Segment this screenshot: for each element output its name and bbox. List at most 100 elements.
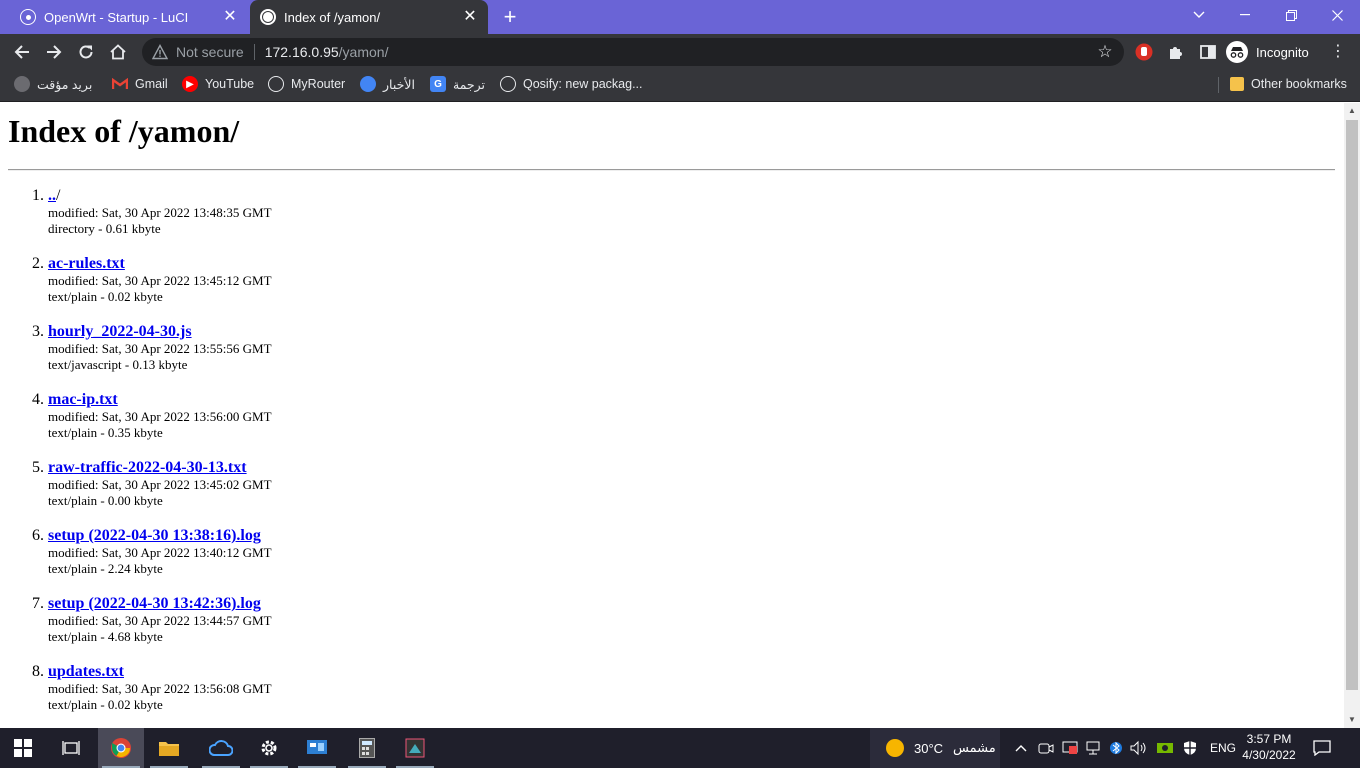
incognito-profile-button[interactable]: Incognito	[1226, 39, 1309, 65]
file-link[interactable]: setup (2022-04-30 13:42:36).log	[48, 595, 261, 612]
list-item: 7. setup (2022-04-30 13:42:36).log modifie…	[0, 595, 1300, 663]
list-item: 3. hourly_2022-04-30.js modified: Sat, 30 …	[0, 323, 1300, 391]
security-shield-icon[interactable]	[1182, 740, 1198, 756]
bookmark-star-icon[interactable]: ☆	[1096, 43, 1114, 61]
tab-yamon[interactable]: Index of /yamon/ ✕	[250, 0, 488, 34]
scroll-up-arrow-icon[interactable]: ▲	[1344, 103, 1360, 119]
gear-icon	[261, 740, 277, 756]
reload-button[interactable]	[74, 40, 98, 64]
bluetooth-icon[interactable]	[1110, 740, 1122, 756]
file-link[interactable]: ac-rules.txt	[48, 255, 125, 272]
home-button[interactable]	[106, 40, 130, 64]
close-window-button[interactable]	[1314, 0, 1360, 30]
bookmark-news[interactable]: الأخبار	[360, 70, 415, 98]
warning-icon[interactable]	[152, 44, 168, 60]
camera-icon[interactable]	[1038, 740, 1054, 756]
language-indicator[interactable]: ENG	[1210, 741, 1236, 755]
list-item: 6. setup (2022-04-30 13:38:16).log modifie…	[0, 527, 1300, 595]
entry-modified: modified: Sat, 30 Apr 2022 13:40:12 GMT	[48, 545, 272, 560]
other-bookmarks-label: Other bookmarks	[1251, 77, 1347, 91]
volume-icon[interactable]	[1130, 740, 1148, 756]
close-tab-icon[interactable]: ✕	[222, 9, 238, 25]
page-content: Index of /yamon/ 1. ../modified: Sat, 30 …	[0, 103, 1344, 728]
list-item: 4. mac-ip.txt modified: Sat, 30 Apr 2022 1…	[0, 391, 1300, 459]
new-tab-button[interactable]: +	[498, 5, 522, 29]
entry-info: text/plain - 2.24 kbyte	[48, 561, 163, 576]
entry-number: 6.	[32, 527, 44, 544]
entry-modified: modified: Sat, 30 Apr 2022 13:56:00 GMT	[48, 409, 272, 424]
taskbar-clock[interactable]: 3:57 PM 4/30/2022	[1236, 731, 1302, 763]
scroll-thumb[interactable]	[1346, 120, 1358, 690]
router-icon	[268, 76, 284, 92]
weather-widget[interactable]: 30°C مشمس	[870, 728, 1000, 768]
tab-openwrt[interactable]: OpenWrt - Startup - LuCI ✕	[8, 0, 248, 34]
forward-button[interactable]	[42, 40, 66, 64]
other-bookmarks[interactable]: Other bookmarks	[1230, 70, 1347, 98]
task-view-button[interactable]	[48, 728, 94, 768]
file-list: 1. ../modified: Sat, 30 Apr 2022 13:48:35…	[0, 187, 1300, 728]
network-icon[interactable]	[1086, 740, 1102, 756]
bookmarks-divider	[1218, 77, 1219, 93]
address-bar[interactable]: Not secure 172.16.0.95/yamon/ ☆	[142, 38, 1124, 66]
taskbar-control-panel[interactable]	[294, 728, 340, 768]
taskbar-settings[interactable]	[246, 728, 292, 768]
taskbar-calculator[interactable]	[344, 728, 390, 768]
close-tab-icon[interactable]: ✕	[462, 9, 478, 25]
start-button[interactable]	[0, 728, 46, 768]
news-icon	[360, 76, 376, 92]
bookmark-youtube[interactable]: ▶ YouTube	[182, 70, 254, 98]
file-link[interactable]: mac-ip.txt	[48, 391, 118, 408]
file-link[interactable]: updates.txt	[48, 663, 124, 680]
entry-name: updates.txt	[48, 663, 1300, 681]
translate-icon: G	[430, 76, 446, 92]
file-link[interactable]: ..	[48, 187, 56, 204]
entry-info: text/plain - 0.02 kbyte	[48, 289, 163, 304]
extension-hand-icon[interactable]	[1135, 43, 1153, 61]
calculator-icon	[359, 738, 375, 758]
bookmark-temp-mail[interactable]: بريد مؤقت	[14, 70, 92, 98]
weather-temp: 30°C	[914, 740, 944, 756]
restore-button[interactable]	[1268, 0, 1314, 30]
entry-modified: modified: Sat, 30 Apr 2022 13:45:12 GMT	[48, 273, 272, 288]
taskbar-cloud-app[interactable]	[198, 728, 244, 768]
taskbar-chrome[interactable]	[98, 728, 144, 768]
bookmark-gmail[interactable]: Gmail	[112, 70, 168, 98]
monitor-app-icon[interactable]	[1062, 740, 1078, 756]
bookmark-myrouter[interactable]: MyRouter	[268, 70, 345, 98]
notification-icon	[1313, 740, 1331, 756]
nvidia-icon[interactable]	[1156, 740, 1174, 756]
bookmark-label: YouTube	[205, 77, 255, 91]
file-link[interactable]: setup (2022-04-30 13:38:16).log	[48, 527, 261, 544]
minimize-button[interactable]	[1222, 0, 1268, 30]
tab-search-icon[interactable]	[1176, 0, 1222, 30]
side-panel-icon[interactable]	[1199, 43, 1217, 61]
bookmark-translate[interactable]: G ترجمة	[430, 70, 485, 98]
back-button[interactable]	[10, 40, 34, 64]
entry-name: hourly_2022-04-30.js	[48, 323, 1300, 341]
bookmark-qosify[interactable]: Qosify: new packag...	[500, 70, 643, 98]
scroll-down-arrow-icon[interactable]: ▼	[1344, 712, 1360, 728]
gmail-icon	[112, 76, 128, 92]
taskbar-app[interactable]	[392, 728, 438, 768]
openwrt-icon	[500, 76, 516, 92]
chevron-up-icon[interactable]	[1014, 741, 1028, 755]
security-label[interactable]: Not secure	[176, 44, 244, 60]
extensions-puzzle-icon[interactable]	[1167, 43, 1185, 61]
url-host: 172.16.0.95	[264, 44, 339, 60]
tab-title: OpenWrt - Startup - LuCI	[44, 9, 189, 25]
entry-info: text/javascript - 0.13 kbyte	[48, 357, 188, 372]
notifications-button[interactable]	[1300, 728, 1344, 768]
entry-number: 1.	[32, 187, 44, 204]
tab-title: Index of /yamon/	[284, 9, 381, 25]
taskbar-file-explorer[interactable]	[146, 728, 192, 768]
file-link[interactable]: hourly_2022-04-30.js	[48, 323, 192, 340]
browser-menu-icon[interactable]: ⋮	[1328, 42, 1348, 62]
globe-icon	[14, 76, 30, 92]
entry-name: setup (2022-04-30 13:42:36).log	[48, 595, 1300, 613]
entry-number: 3.	[32, 323, 44, 340]
openwrt-icon	[20, 9, 36, 25]
page-scrollbar[interactable]: ▲ ▼	[1344, 103, 1360, 728]
file-link[interactable]: raw-traffic-2022-04-30-13.txt	[48, 459, 247, 476]
url-path: /yamon/	[338, 44, 389, 60]
task-view-icon	[62, 741, 80, 755]
